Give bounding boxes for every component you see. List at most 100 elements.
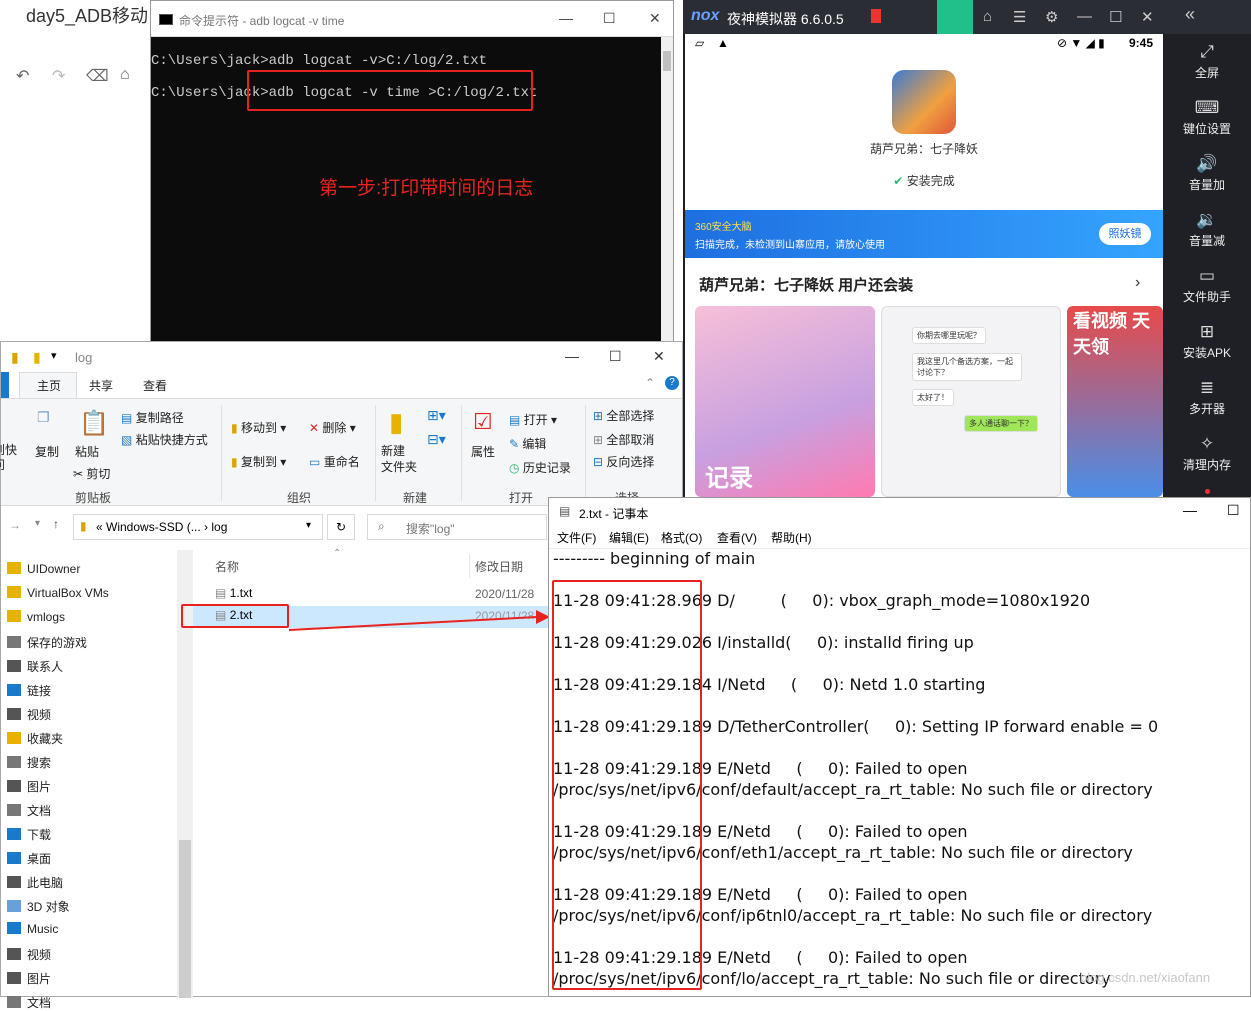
history-button[interactable]: ◷ 历史记录 — [509, 459, 571, 476]
nav-item[interactable]: 收藏夹 — [7, 730, 63, 747]
alert-icon[interactable] — [871, 9, 881, 23]
back-icon[interactable]: → — [9, 518, 21, 532]
maximize-button[interactable]: ☐ — [609, 348, 622, 365]
tab-file[interactable] — [1, 372, 9, 398]
nav-item[interactable]: 图片 — [7, 778, 51, 795]
minimize-button[interactable]: — — [1183, 502, 1197, 518]
tab-share[interactable]: 共享 — [89, 377, 113, 394]
nav-item[interactable]: 链接 — [7, 682, 51, 699]
app-icon[interactable] — [892, 70, 956, 134]
gear-icon[interactable]: ⚙ — [1045, 8, 1058, 26]
easy-access-icon[interactable]: ⊟▾ — [427, 431, 446, 448]
refresh-icon[interactable]: ↻ — [327, 514, 355, 540]
nav-item[interactable]: 下载 — [7, 826, 51, 843]
sidebar-keymap[interactable]: ⌨ 键位设置 — [1163, 98, 1251, 137]
new-folder-button[interactable]: 新建 文件夹 — [381, 443, 417, 475]
nav-item[interactable]: 视频 — [7, 706, 51, 723]
dropdown-icon[interactable]: ▾ — [51, 349, 57, 362]
sidebar-volume-up[interactable]: 🔊 音量加 — [1163, 154, 1251, 193]
home-icon[interactable]: ⌂ — [983, 8, 992, 25]
security-banner[interactable]: 360安全大脑 扫描完成，未检测到山寨应用，请放心使用 照妖镜 — [685, 210, 1163, 258]
close-icon[interactable]: ✕ — [1141, 8, 1154, 26]
copy-to-button[interactable]: ▮ 复制到 ▾ — [231, 453, 286, 470]
up-icon[interactable]: ↑ — [53, 517, 59, 531]
pin-button[interactable]: 到快问 — [0, 443, 17, 473]
menu-format[interactable]: 格式(O) — [661, 529, 702, 546]
menu-help[interactable]: 帮助(H) — [771, 529, 812, 546]
sidebar-clean-memory[interactable]: ✧ 清理内存 — [1163, 434, 1251, 473]
new-item-icon[interactable]: ⊞▾ — [427, 407, 446, 424]
explorer-titlebar[interactable]: ▮ ▮ ▾ log — ☐ ✕ — [1, 342, 682, 372]
move-to-button[interactable]: ▮ 移动到 ▾ — [231, 419, 286, 436]
maximize-icon[interactable]: ☐ — [1109, 8, 1122, 26]
nox-emulator-window[interactable]: nox 夜神模拟器 6.6.0.5 ⌂ ☰ ⚙ — ☐ ✕ « ▱ ▲ ⊘ ▼ … — [683, 0, 1251, 497]
nav-item[interactable]: 联系人 — [7, 658, 63, 675]
format-painter-icon[interactable]: ⌂ — [120, 66, 130, 84]
sidebar-multi-instance[interactable]: ≣ 多开器 — [1163, 378, 1251, 417]
sidebar-volume-down[interactable]: 🔉 音量减 — [1163, 210, 1251, 249]
nav-item[interactable]: 视频 — [7, 946, 51, 963]
maximize-button[interactable]: ☐ — [603, 10, 616, 27]
cut-button[interactable]: ✂ 剪切 — [73, 465, 110, 482]
nav-item[interactable]: UIDowner — [7, 562, 80, 576]
notepad-titlebar[interactable]: ▤ 2.txt - 记事本 — ☐ — [549, 498, 1250, 526]
scan-button[interactable]: 照妖镜 — [1099, 223, 1151, 245]
menu-edit[interactable]: 编辑(E) — [609, 529, 649, 546]
invert-selection-button[interactable]: ⊟ 反向选择 — [593, 453, 654, 470]
scroll-thumb[interactable] — [663, 51, 671, 71]
cmd-scrollbar[interactable] — [661, 37, 673, 345]
maximize-button[interactable]: ☐ — [1227, 502, 1240, 519]
undo-icon[interactable]: ↶ — [16, 66, 29, 86]
nav-item[interactable]: 文档 — [7, 802, 51, 819]
paste-button[interactable]: 粘贴 — [75, 443, 99, 460]
eraser-icon[interactable]: ⌫ — [86, 66, 109, 86]
chevron-up-icon[interactable]: ⌃ — [645, 376, 655, 390]
nav-item[interactable]: 此电脑 — [7, 874, 63, 891]
close-button[interactable]: ✕ — [649, 10, 661, 27]
nav-item[interactable]: 桌面 — [7, 850, 51, 867]
android-screen[interactable]: ▱ ▲ ⊘ ▼ ◢ ▮ 9:45 葫芦兄弟：七子降妖 ✔ 安装完成 360安全大… — [685, 34, 1163, 497]
search-input[interactable]: ⌕ 搜索"log" — [367, 514, 547, 540]
nav-item[interactable]: VirtualBox VMs — [7, 586, 109, 600]
nav-item[interactable]: 保存的游戏 — [7, 634, 87, 651]
screenshot-3[interactable]: 看视频 天天领 — [1067, 306, 1163, 497]
help-icon[interactable]: ? — [665, 376, 679, 390]
sidebar-fullscreen[interactable]: ⤢ 全屏 — [1163, 42, 1251, 81]
minimize-button[interactable]: — — [565, 348, 579, 364]
screenshot-1[interactable]: 记录 — [695, 306, 875, 497]
nav-item[interactable]: 搜索 — [7, 754, 51, 771]
edit-button[interactable]: ✎ 编辑 — [509, 435, 546, 452]
command-prompt-window[interactable]: 命令提示符 - adb logcat -v time — ☐ ✕ C:\User… — [150, 0, 674, 345]
delete-button[interactable]: ✕ 删除 ▾ — [309, 419, 356, 436]
chevron-right-icon[interactable]: › — [1135, 274, 1140, 292]
redo-icon[interactable]: ↷ — [52, 66, 65, 86]
menu-icon[interactable]: ☰ — [1013, 8, 1026, 26]
column-name[interactable]: 名称 — [215, 558, 239, 575]
recent-dropdown-icon[interactable]: ▾ — [35, 518, 40, 529]
cmd-titlebar[interactable]: 命令提示符 - adb logcat -v time — ☐ ✕ — [151, 1, 673, 37]
address-input[interactable]: ▮ « Windows-SSD (... › log ▾ — [73, 514, 323, 540]
nox-titlebar[interactable]: nox 夜神模拟器 6.6.0.5 ⌂ ☰ ⚙ — ☐ ✕ « — [683, 0, 1251, 34]
nav-item[interactable]: vmlogs — [7, 610, 65, 624]
open-button[interactable]: ▤ 打开 ▾ — [509, 411, 557, 428]
properties-button[interactable]: 属性 — [471, 443, 495, 460]
column-date[interactable]: 修改日期 — [475, 558, 523, 575]
file-row[interactable]: ▤ 1.txt — [215, 586, 252, 600]
copy-button[interactable]: 复制 — [35, 443, 59, 460]
paste-shortcut-button[interactable]: ▧ 粘贴快捷方式 — [121, 431, 208, 448]
minimize-icon[interactable]: — — [1077, 8, 1092, 25]
nav-item[interactable]: 3D 对象 — [7, 898, 70, 915]
tab-home[interactable]: 主页 — [37, 377, 61, 394]
close-button[interactable]: ✕ — [653, 348, 665, 365]
nav-item[interactable]: Music — [7, 922, 58, 936]
scroll-thumb[interactable] — [179, 840, 191, 998]
chevron-down-icon[interactable]: ▾ — [306, 520, 311, 531]
screenshot-2[interactable]: 你期去哪里玩呢？ 我这里几个备选方案，一起讨论下？ 太好了！ 多人通话聊一下？ — [881, 306, 1061, 497]
select-all-button[interactable]: ⊞ 全部选择 — [593, 407, 654, 424]
rename-button[interactable]: ▭ 重命名 — [309, 453, 360, 470]
store-icon[interactable] — [937, 0, 973, 34]
sidebar-install-apk[interactable]: ⊞ 安装APK — [1163, 322, 1251, 361]
tab-view[interactable]: 查看 — [143, 377, 167, 394]
minimize-button[interactable]: — — [559, 10, 573, 26]
menu-view[interactable]: 查看(V) — [717, 529, 757, 546]
